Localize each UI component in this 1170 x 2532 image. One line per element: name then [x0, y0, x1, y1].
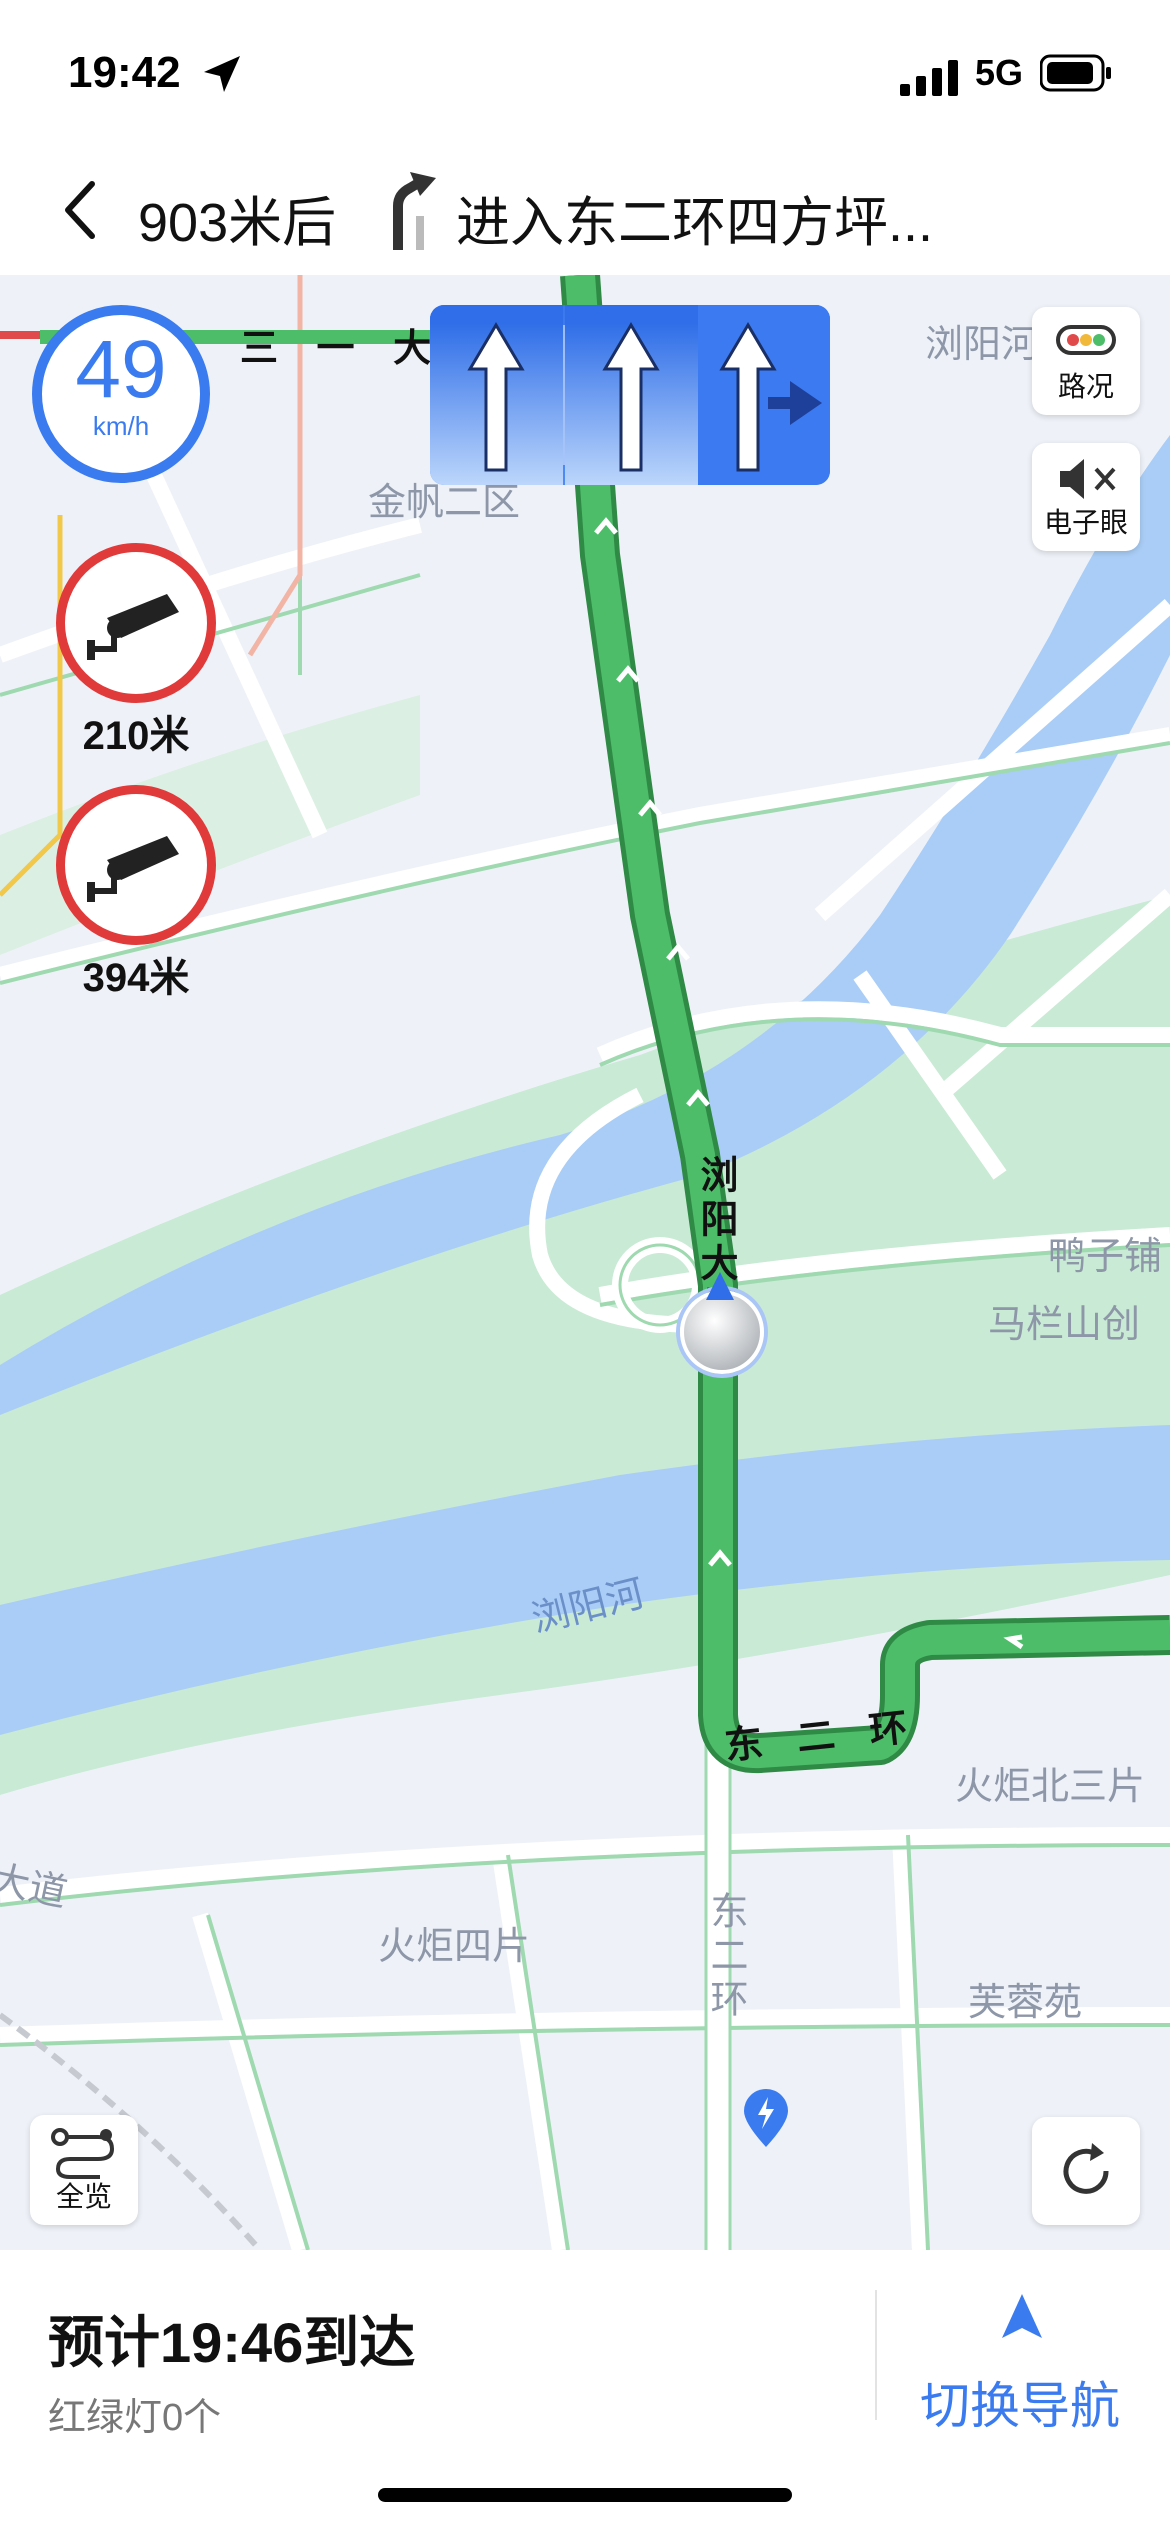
network-type: 5G — [975, 52, 1024, 93]
overview-label: 全览 — [55, 2181, 112, 2212]
traffic-button[interactable]: 路况 — [1032, 307, 1140, 415]
map-label-road: 东二环 — [704, 1891, 746, 2023]
lane-straight-right — [698, 305, 830, 485]
back-icon[interactable] — [58, 178, 102, 242]
map-label-area: 马栏山创 — [988, 1304, 1141, 1346]
straight-arrow-icon — [602, 322, 660, 472]
home-indicator[interactable] — [378, 2488, 792, 2502]
switch-navigation-label: 切换导航 — [920, 2378, 1120, 2434]
traffic-light-icon — [1056, 325, 1116, 355]
map-label-river: 浏阳河 — [925, 324, 1040, 366]
map-view[interactable]: 三 一 大 金帆二区 浏阳河 浏阳大桥 鸭子铺 马栏山创 浏阳河 东 二 环 火… — [0, 275, 1170, 2250]
straight-right-arrow-icon — [719, 322, 822, 472]
camera-voice-toggle[interactable]: 电子眼 — [1032, 443, 1140, 551]
speed-unit: km/h — [92, 411, 150, 441]
camera-toggle-label: 电子眼 — [1043, 507, 1128, 538]
overview-button[interactable]: 全览 — [30, 2115, 138, 2225]
camera-warning — [56, 785, 216, 945]
camera-distance: 394米 — [82, 956, 190, 1000]
camera-warning — [56, 543, 216, 703]
turn-slight-right-icon — [393, 172, 436, 250]
refresh-icon — [1063, 2143, 1109, 2194]
route-overview-icon — [51, 2128, 115, 2179]
next-road: 进入东二环四方坪... — [456, 193, 934, 253]
lane-guidance — [430, 305, 830, 485]
refresh-route-button[interactable] — [1032, 2117, 1140, 2225]
traffic-label: 路况 — [1057, 371, 1114, 402]
lane-straight — [565, 305, 698, 485]
signal-icon — [900, 60, 958, 96]
status-bar: 19:42 5G — [0, 0, 1170, 150]
navigation-arrow-icon — [1002, 2294, 1042, 2338]
speed-value: 49 — [75, 324, 167, 415]
camera-distance: 210米 — [82, 714, 190, 758]
traffic-light-count: 红绿灯0个 — [48, 2397, 222, 2439]
mute-icon — [1060, 459, 1116, 499]
eta-text: 预计19:46到达 — [48, 2311, 416, 2374]
lane-straight — [430, 305, 563, 485]
straight-arrow-icon — [467, 322, 525, 472]
current-speed: 49 km/h — [32, 305, 210, 483]
heading-arrow-icon — [706, 1272, 734, 1300]
vehicle-position-marker — [680, 1272, 764, 1374]
turn-distance: 903米后 — [138, 193, 337, 253]
location-arrow-icon — [204, 56, 240, 92]
battery-icon — [1040, 54, 1111, 92]
status-time: 19:42 — [68, 48, 181, 97]
navigation-header: 903米后 进入东二环四方坪... — [0, 150, 1170, 275]
switch-navigation-button[interactable]: 切换导航 — [900, 2292, 1140, 2452]
charging-station-icon[interactable] — [740, 2087, 792, 2149]
divider — [875, 2290, 877, 2420]
map-label-area: 火炬四片 — [378, 1926, 531, 1968]
camera-icon — [87, 836, 179, 902]
map-label-area: 芙蓉苑 — [968, 1982, 1083, 2024]
map-label-road-top: 三 一 大 — [240, 328, 446, 370]
camera-icon — [87, 594, 179, 660]
map-label-area: 鸭子铺 — [1048, 1236, 1163, 1278]
map-label-area: 火炬北三片 — [955, 1766, 1146, 1808]
